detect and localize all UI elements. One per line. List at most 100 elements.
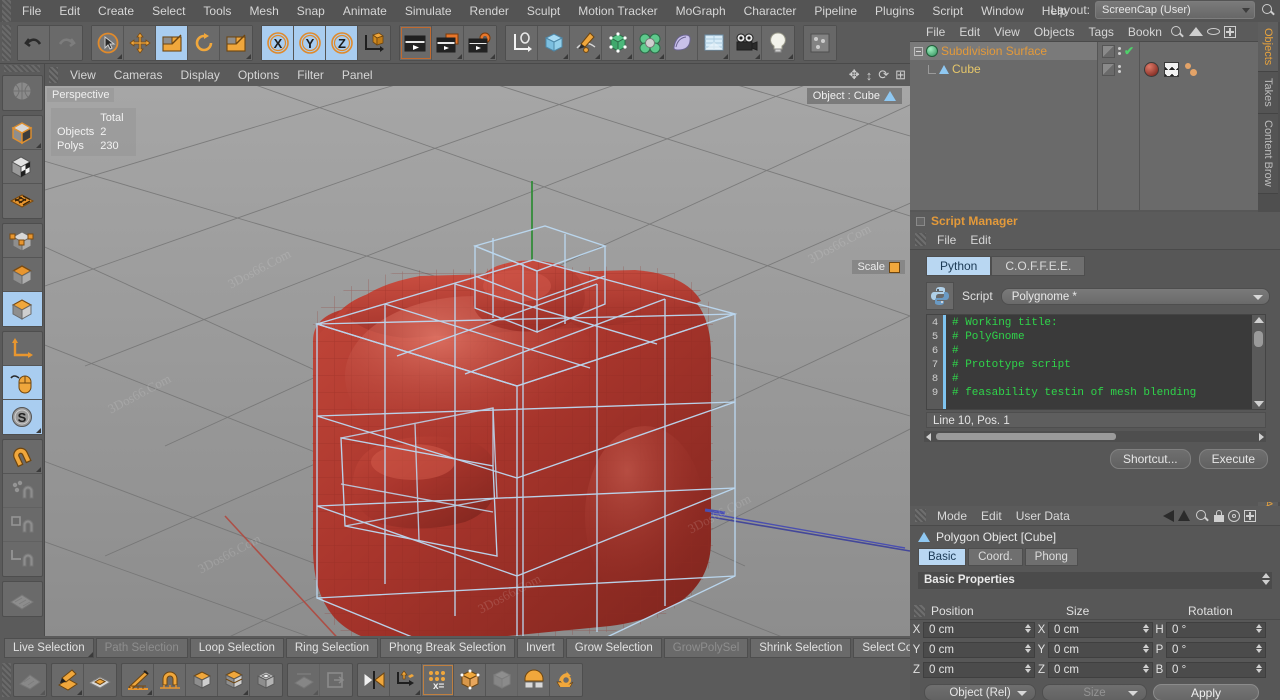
tab-python[interactable]: Python xyxy=(926,256,991,276)
generator-button[interactable] xyxy=(602,26,634,60)
axis-move-button[interactable] xyxy=(3,332,42,366)
expand-minus-icon[interactable] xyxy=(914,47,923,56)
attr-tab-coord[interactable]: Coord. xyxy=(968,548,1023,566)
position-x-input[interactable]: 0 cm xyxy=(923,622,1035,638)
viewport-menu-grip[interactable] xyxy=(49,67,58,83)
attr-menu-mode[interactable]: Mode xyxy=(930,509,974,523)
enable-dots-icon[interactable] xyxy=(1118,65,1121,73)
viewport-solo-button[interactable] xyxy=(3,366,42,400)
create-polygon-button[interactable] xyxy=(52,664,84,696)
lock-icon[interactable] xyxy=(1214,510,1224,522)
stepper-icon[interactable] xyxy=(1025,664,1031,673)
scene-button[interactable] xyxy=(666,26,698,60)
plus-box-icon[interactable] xyxy=(1244,510,1256,522)
live-selection-tool[interactable]: Live Selection xyxy=(4,638,94,658)
apply-button[interactable]: Apply xyxy=(1153,684,1259,700)
phong-break-selection-tool[interactable]: Phong Break Selection xyxy=(380,638,515,658)
zoom-viewport-icon[interactable]: ↕ xyxy=(866,68,873,83)
viewport-stage[interactable]: 3Dos66.Com 3Dos66.Com 3Dos66.Com 3Dos66.… xyxy=(45,86,910,636)
scroll-up-icon[interactable] xyxy=(1254,317,1264,323)
lock-z-button[interactable]: Z xyxy=(326,26,358,60)
tag-row-cube[interactable] xyxy=(1140,60,1258,78)
viewport-menu-filter[interactable]: Filter xyxy=(288,68,333,82)
visibility-dots-icon[interactable] xyxy=(1102,45,1115,58)
spline-pen-button[interactable] xyxy=(570,26,602,60)
untriangulate-button[interactable] xyxy=(486,664,518,696)
eye-icon[interactable] xyxy=(1207,28,1220,35)
toolbar-grip[interactable] xyxy=(2,25,11,61)
uv-edit-button[interactable] xyxy=(84,664,116,696)
plus-box-icon[interactable] xyxy=(1224,26,1236,38)
texture-mode-button[interactable] xyxy=(3,150,42,184)
sm-menu-edit[interactable]: Edit xyxy=(963,233,998,247)
knife-button[interactable] xyxy=(288,664,320,696)
attr-tab-phong[interactable]: Phong xyxy=(1025,548,1078,566)
polygon-mode-button[interactable] xyxy=(3,292,42,326)
rotation-p-input[interactable]: 0 ° xyxy=(1166,642,1266,658)
up-arrow-icon[interactable] xyxy=(1178,510,1190,521)
edge-mode-button[interactable] xyxy=(3,258,42,292)
polygon-snap-button[interactable] xyxy=(3,508,42,542)
object-tree[interactable]: Subdivision Surface Cube ✔ xyxy=(910,42,1258,210)
magnet-mesh-button[interactable] xyxy=(154,664,186,696)
shrink-selection-tool[interactable]: Shrink Selection xyxy=(750,638,851,658)
scale-button[interactable] xyxy=(156,26,188,60)
stepper-icon[interactable] xyxy=(1256,664,1262,673)
left-toolbar-grip[interactable] xyxy=(4,65,40,72)
shortcut-button[interactable]: Shortcut... xyxy=(1110,449,1191,469)
attributes-grip[interactable] xyxy=(915,509,926,522)
close-polygon-hole-button[interactable] xyxy=(320,664,352,696)
script-horizontal-scrollbar[interactable] xyxy=(924,431,1266,442)
subdivide-button[interactable] xyxy=(454,664,486,696)
ring-selection-tool[interactable]: Ring Selection xyxy=(286,638,378,658)
viewport-menu-options[interactable]: Options xyxy=(229,68,288,82)
menu-motion-tracker[interactable]: Motion Tracker xyxy=(569,0,666,22)
stepper-icon[interactable] xyxy=(1025,624,1031,633)
stepper-icon[interactable] xyxy=(1143,644,1149,653)
layout-dropdown[interactable]: ScreenCap (User) xyxy=(1095,1,1255,19)
execute-button[interactable]: Execute xyxy=(1199,449,1268,469)
menu-script[interactable]: Script xyxy=(923,0,972,22)
undo-button[interactable] xyxy=(18,26,50,60)
move-viewport-icon[interactable]: ✥ xyxy=(849,67,860,83)
extrude-button[interactable] xyxy=(218,664,250,696)
texture-axis-button[interactable] xyxy=(3,76,42,110)
bevel-button[interactable] xyxy=(186,664,218,696)
attr-tab-basic[interactable]: Basic xyxy=(918,548,966,566)
sculpt-brush-button[interactable] xyxy=(14,664,46,696)
stepper-icon[interactable] xyxy=(1143,664,1149,673)
camera-button[interactable] xyxy=(730,26,762,60)
menu-render[interactable]: Render xyxy=(461,0,518,22)
rotation-h-input[interactable]: 0 ° xyxy=(1166,622,1266,638)
menu-pipeline[interactable]: Pipeline xyxy=(805,0,866,22)
coordinates-grip[interactable] xyxy=(914,605,925,617)
om-menu-file[interactable]: File xyxy=(919,25,952,39)
menu-snap[interactable]: Snap xyxy=(288,0,334,22)
world-object-coord-button[interactable] xyxy=(358,26,390,60)
om-menu-objects[interactable]: Objects xyxy=(1027,25,1082,39)
menu-simulate[interactable]: Simulate xyxy=(396,0,461,22)
enable-dots-icon[interactable] xyxy=(1118,47,1121,55)
brush-button[interactable] xyxy=(122,664,154,696)
viewport-menu-display[interactable]: Display xyxy=(171,68,228,82)
material-sphere-icon[interactable] xyxy=(1144,62,1159,77)
viewport-menu-panel[interactable]: Panel xyxy=(333,68,382,82)
attr-menu-edit[interactable]: Edit xyxy=(974,509,1009,523)
code-vertical-scrollbar[interactable] xyxy=(1252,315,1265,409)
deformer-button[interactable] xyxy=(634,26,666,60)
toggle-row-subdivision[interactable]: ✔ xyxy=(1098,42,1139,60)
om-menu-tags[interactable]: Tags xyxy=(1082,25,1121,39)
null-object-button[interactable] xyxy=(506,26,538,60)
checker-texture-icon[interactable] xyxy=(1164,62,1179,77)
scroll-thumb[interactable] xyxy=(1254,331,1263,347)
edge-snap-button[interactable] xyxy=(3,542,42,576)
rotate-viewport-icon[interactable]: ⟳ xyxy=(878,67,889,83)
code-text[interactable]: # Working title: # PolyGnome # # Prototy… xyxy=(946,315,1252,409)
visibility-dots-icon[interactable] xyxy=(1102,63,1115,76)
selection-dots-icon[interactable] xyxy=(1184,62,1199,77)
position-y-input[interactable]: 0 cm xyxy=(923,642,1035,658)
lock-x-button[interactable]: X xyxy=(262,26,294,60)
align-normals-button[interactable] xyxy=(518,664,550,696)
menu-mograph[interactable]: MoGraph xyxy=(667,0,735,22)
tag-row-subdivision[interactable] xyxy=(1140,42,1258,60)
